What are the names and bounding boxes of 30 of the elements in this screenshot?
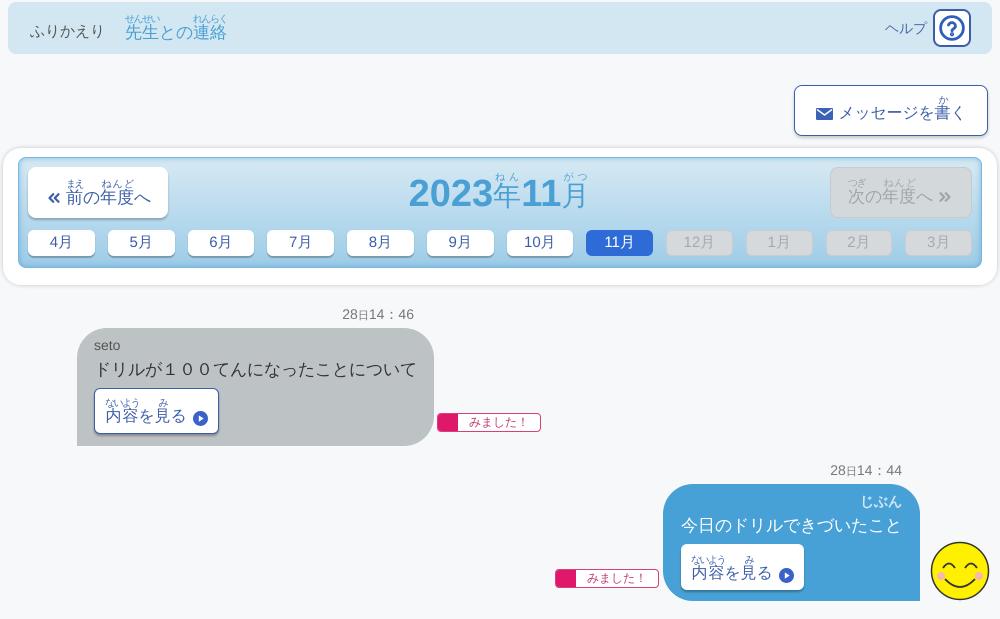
- status-marker-icon: [556, 570, 576, 587]
- month-tab[interactable]: 4月: [28, 230, 95, 256]
- sender-name: seto: [94, 336, 120, 354]
- sender-name: じぶん: [860, 492, 902, 510]
- help-button[interactable]: [933, 9, 971, 47]
- question-circle-icon: [939, 15, 965, 41]
- compose-message-button[interactable]: メッセージを書 か く: [794, 85, 988, 136]
- month-tab[interactable]: 6月: [188, 230, 254, 256]
- month-tab[interactable]: 8月: [347, 230, 414, 256]
- message-timestamp: 28日 14：44: [829, 461, 903, 480]
- status-marker-icon: [438, 414, 458, 431]
- nav-link[interactable]: ふりかえり: [30, 22, 105, 42]
- play-circle-icon: [778, 568, 794, 583]
- envelope-icon: [816, 108, 832, 120]
- view-content-button[interactable]: 内容 ないよう を見 み る: [94, 388, 218, 434]
- message-text: 今日のドリルできづいたこと: [681, 515, 902, 537]
- month-tab[interactable]: 9月: [426, 230, 494, 256]
- month-tab[interactable]: 10月: [506, 230, 574, 256]
- play-circle-icon: [192, 411, 208, 426]
- month-tab[interactable]: 5月: [108, 230, 174, 256]
- help-label: ヘルプ: [885, 18, 927, 38]
- month-tab[interactable]: 11月: [586, 230, 653, 256]
- smiley-face-icon: [930, 541, 990, 601]
- message-timestamp: 28日 14：46: [341, 305, 415, 324]
- message-text: ドリルが１００てんになったことについて: [94, 359, 417, 381]
- read-status-label: みました！: [468, 414, 530, 431]
- view-content-button[interactable]: 内容 ないよう を見 み る: [681, 544, 804, 590]
- read-status-label: みました！: [586, 570, 648, 587]
- previous-year-button[interactable]: 前 まえ の年度 ねんど へ: [28, 167, 168, 218]
- month-tab[interactable]: 7月: [267, 230, 334, 256]
